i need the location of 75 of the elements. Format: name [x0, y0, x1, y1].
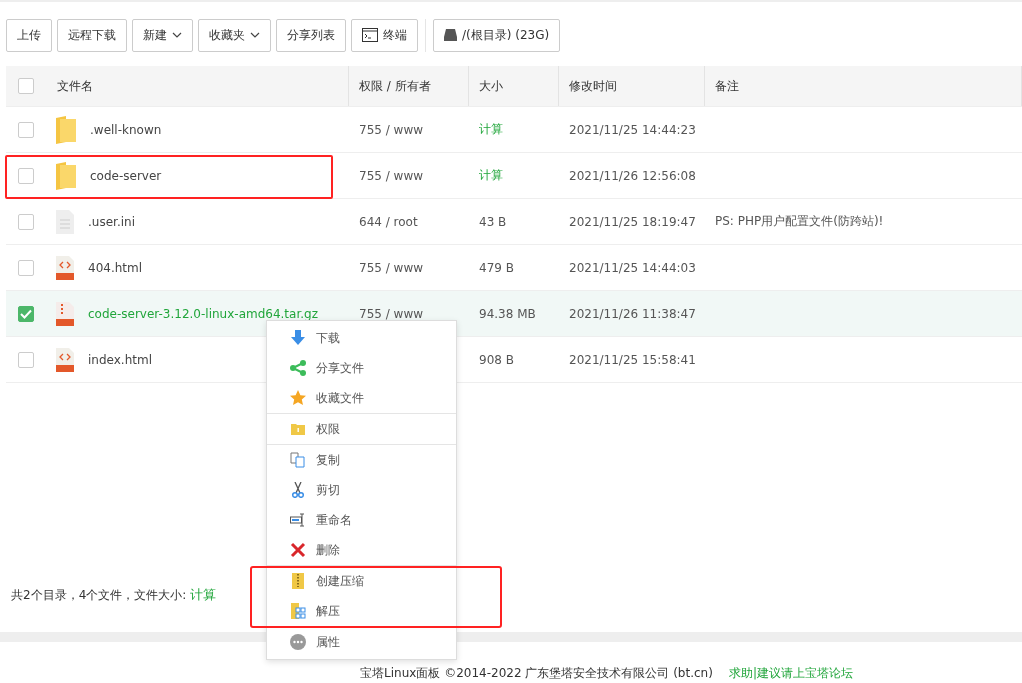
menu-item[interactable]: 复制 [267, 445, 456, 475]
toolbar-button[interactable]: 终端 [351, 18, 418, 52]
file-name[interactable]: index.html [88, 352, 152, 367]
column-header: 文件名 [57, 77, 93, 95]
menu-item[interactable]: 重命名 [267, 505, 456, 535]
file-name[interactable]: 404.html [88, 260, 143, 275]
download-icon [290, 330, 306, 346]
table-cell: 755 / www [359, 306, 424, 321]
file-name[interactable]: .user.ini [88, 214, 135, 229]
table-cell: 2021/11/25 18:19:47 [569, 214, 696, 229]
table-cell: 755 / www [359, 260, 424, 275]
menu-item[interactable]: 解压 [267, 596, 456, 626]
lock-folder-icon [290, 421, 306, 437]
share-icon [290, 360, 306, 376]
column-header: 修改时间 [569, 77, 617, 95]
menu-item[interactable]: 属性 [267, 627, 456, 657]
table-cell: 2021/11/26 12:56:08 [569, 168, 696, 183]
text-file-icon [56, 209, 74, 234]
toolbar-button[interactable]: 上传 [6, 18, 52, 52]
table-cell: 94.38 MB [479, 306, 536, 321]
checkbox[interactable] [18, 167, 34, 184]
copyright-text: 宝塔Linux面板 ©2014-2022 广东堡塔安全技术有限公司 (bt.cn) [360, 665, 713, 682]
toolbar-button[interactable]: 分享列表 [276, 18, 346, 52]
archive-file-icon [56, 301, 74, 326]
summary-text: 共2个目录，4个文件，文件大小: [11, 588, 187, 602]
table-row[interactable]: .well-known 755 / www 计算 2021/11/25 14:44:23 [6, 107, 1022, 153]
table-cell: 2021/11/25 14:44:23 [569, 122, 696, 137]
toolbar-button[interactable]: 远程下载 [57, 18, 127, 52]
terminal-icon [362, 28, 378, 42]
table-cell: 2021/11/26 11:38:47 [569, 306, 696, 321]
table-row[interactable]: .user.ini 644 / root 43 B 2021/11/25 18:19:47 PS: PHP用户配置文件(防跨站)! [6, 199, 1022, 245]
checkbox[interactable] [18, 259, 34, 276]
table-cell: PS: PHP用户配置文件(防跨站)! [715, 214, 884, 228]
more-icon [290, 634, 306, 650]
scissors-icon [290, 482, 306, 498]
checkbox[interactable] [18, 78, 34, 94]
table-row[interactable]: code-server 755 / www 计算 2021/11/26 12:56:08 [6, 153, 1022, 199]
unzip-icon [290, 603, 306, 619]
file-name[interactable]: code-server [90, 168, 162, 183]
checkbox[interactable] [18, 351, 34, 368]
table-cell: 479 B [479, 260, 514, 275]
toolbar-button[interactable]: 收藏夹 [198, 18, 271, 52]
checkbox[interactable] [18, 305, 34, 322]
toolbar-button[interactable]: 新建 [132, 18, 193, 52]
menu-item[interactable]: 剪切 [267, 475, 456, 505]
menu-item[interactable]: 创建压缩 [267, 566, 456, 596]
caret-icon [172, 32, 182, 38]
html-file-icon [56, 255, 74, 280]
copy-icon [290, 452, 306, 468]
table-cell: 2021/11/25 15:58:41 [569, 352, 696, 367]
rename-icon [290, 512, 306, 528]
menu-item[interactable]: 分享文件 [267, 353, 456, 383]
table-cell: 43 B [479, 214, 507, 229]
caret-icon [250, 32, 260, 38]
star-icon [290, 390, 306, 406]
table-cell: 755 / www [359, 122, 424, 137]
table-cell: 644 / root [359, 214, 418, 229]
file-name[interactable]: .well-known [90, 122, 162, 137]
column-header: 备注 [715, 77, 739, 95]
menu-item[interactable]: 权限 [267, 414, 456, 444]
table-cell: 908 B [479, 352, 514, 367]
toolbar-button[interactable]: /(根目录) (23G) [433, 18, 561, 52]
folder-icon [56, 115, 76, 144]
folder-icon [56, 161, 76, 190]
column-header: 大小 [479, 77, 503, 95]
html-file-icon [56, 347, 74, 372]
close-icon [290, 542, 306, 558]
column-header: 权限 / 所有者 [359, 77, 431, 95]
checkbox[interactable] [18, 121, 34, 138]
menu-item[interactable]: 收藏文件 [267, 383, 456, 413]
checkbox[interactable] [18, 213, 34, 230]
zip-icon [290, 573, 306, 589]
table-cell: 2021/11/25 14:44:03 [569, 260, 696, 275]
menu-item[interactable]: 删除 [267, 535, 456, 565]
table-cell: 755 / www [359, 168, 424, 183]
